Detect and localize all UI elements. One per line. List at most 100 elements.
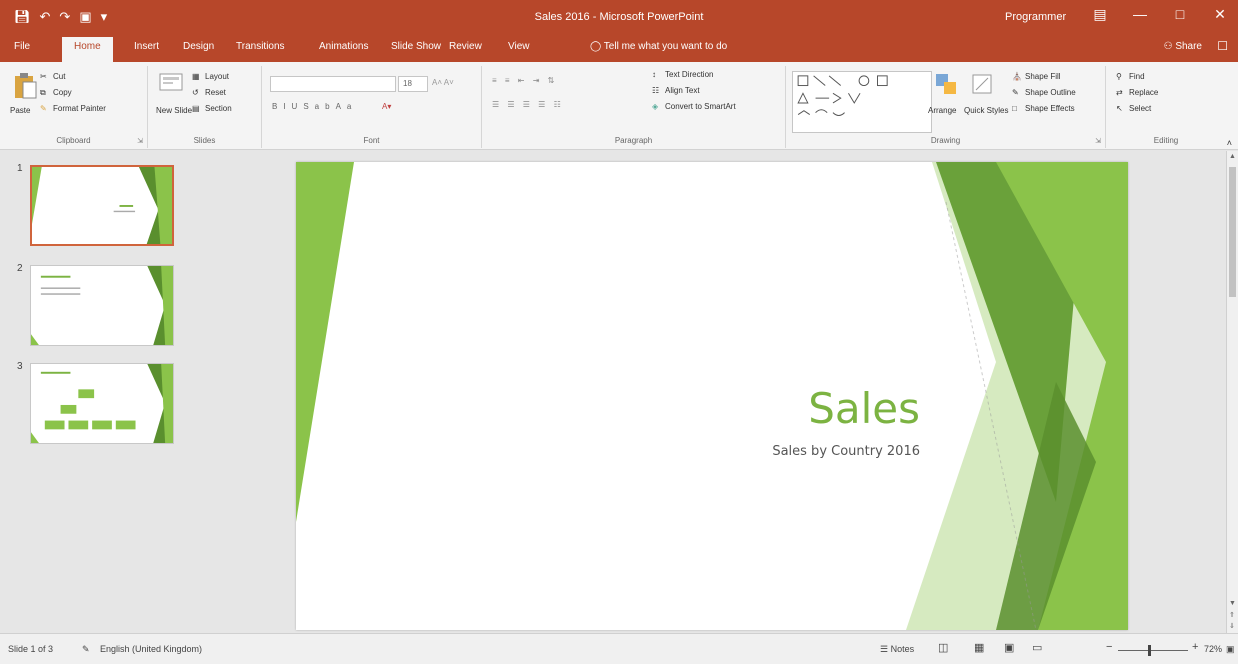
- editing-label: Editing: [1153, 136, 1179, 145]
- grow-shrink-font-icons[interactable]: A˄ A˅: [432, 78, 454, 87]
- quick-styles-button[interactable]: Quick Styles: [964, 106, 1008, 115]
- ribbon-tabs: File Home Insert Design Transitions Anim…: [0, 34, 1238, 62]
- slide-3-preview: [31, 364, 173, 443]
- normal-view-icon[interactable]: ◫: [938, 641, 948, 654]
- clipboard-dialog-launcher-icon[interactable]: ⇲: [137, 137, 143, 145]
- slide-thumbnail-3[interactable]: [30, 363, 174, 444]
- align-buttons[interactable]: ☰ ☰ ☰ ☰ ☷: [492, 100, 564, 109]
- convert-smartart-button[interactable]: ◈ Convert to SmartArt: [652, 102, 736, 112]
- copy-button[interactable]: ⧉ Copy: [40, 88, 72, 98]
- shapes-icons: [797, 75, 888, 117]
- shape-outline-button[interactable]: ✎ Shape Outline: [1012, 88, 1076, 98]
- reading-view-icon[interactable]: ▣: [1004, 641, 1014, 654]
- vertical-scrollbar[interactable]: ▲ ▼ ⇑ ⇓: [1226, 151, 1238, 633]
- arrange-button[interactable]: Arrange: [928, 106, 956, 115]
- search-icon: ⚲: [1116, 72, 1122, 81]
- clipboard-label: Clipboard: [56, 136, 91, 145]
- new-slide-button[interactable]: New Slide: [156, 106, 192, 115]
- select-button[interactable]: ↖ Select: [1116, 104, 1151, 114]
- maximize-icon[interactable]: □: [1172, 6, 1188, 23]
- slide-thumbnails-pane: 1 2 3: [0, 151, 188, 633]
- clipboard-group: Paste ✂ Cut ⧉ Copy ✎ Format Painter Clipboa…: [0, 66, 148, 148]
- zoom-out-icon[interactable]: −: [1106, 641, 1112, 653]
- tell-me-search[interactable]: ◯ Tell me what you want to do: [590, 41, 727, 52]
- previous-slide-icon[interactable]: ⇑: [1229, 611, 1235, 619]
- slide-thumbnail-2[interactable]: [30, 265, 174, 346]
- minimize-icon[interactable]: —: [1132, 6, 1148, 23]
- quick-styles-icon[interactable]: [970, 72, 996, 100]
- scroll-thumb[interactable]: [1229, 167, 1236, 297]
- tab-design[interactable]: Design: [183, 41, 214, 52]
- reset-icon: ↺: [192, 88, 199, 97]
- editing-group: ⚲ Find ⇄ Replace ↖ Select Editing: [1106, 66, 1226, 148]
- tab-insert[interactable]: Insert: [134, 41, 159, 52]
- shape-fill-button[interactable]: ⛪ Shape Fill: [1012, 72, 1061, 82]
- thumbnail-number: 1: [17, 163, 23, 174]
- user-name[interactable]: Programmer: [1005, 11, 1066, 23]
- scroll-down-icon[interactable]: ▼: [1229, 600, 1236, 607]
- fit-to-window-icon[interactable]: ▣: [1226, 644, 1235, 655]
- list-buttons[interactable]: ≡ ≡ ⇤ ⇥ ⇅: [492, 76, 557, 85]
- notes-button[interactable]: ☰ Notes: [880, 644, 914, 655]
- spell-check-icon[interactable]: ✎: [82, 644, 90, 655]
- share-icon: ⚇: [1163, 41, 1176, 52]
- ribbon-display-options-icon[interactable]: ▤: [1092, 6, 1108, 23]
- reset-button[interactable]: ↺ Reset: [192, 88, 226, 98]
- tab-view[interactable]: View: [508, 41, 530, 52]
- font-format-buttons[interactable]: BIUSabAa: [272, 102, 357, 111]
- collapse-ribbon-icon[interactable]: ˄: [1227, 138, 1232, 148]
- tab-review[interactable]: Review: [449, 41, 482, 52]
- tab-animations[interactable]: Animations: [319, 41, 368, 52]
- slideshow-view-icon[interactable]: ▭: [1032, 641, 1042, 654]
- scroll-up-icon[interactable]: ▲: [1229, 153, 1236, 160]
- zoom-level[interactable]: 72%: [1204, 644, 1222, 654]
- powerpoint-window: 💾︎ ↶ ↷ ▣ ▾ Sales 2016 - Microsoft PowerP…: [0, 0, 1238, 664]
- slide-background-graphic: [296, 162, 1128, 630]
- text-direction-button[interactable]: ↕ Text Direction: [652, 70, 713, 80]
- font-color-icon[interactable]: A▾: [382, 102, 391, 111]
- section-button[interactable]: ▤ Section: [192, 104, 232, 114]
- thumbnail-number: 2: [17, 263, 23, 274]
- comments-icon[interactable]: ☐: [1217, 39, 1228, 53]
- share-button[interactable]: ⚇ Share: [1164, 41, 1202, 52]
- slide-subtitle[interactable]: Sales by Country 2016: [772, 444, 920, 459]
- tab-transitions[interactable]: Transitions: [236, 41, 285, 52]
- tab-slide-show[interactable]: Slide Show: [391, 41, 441, 52]
- cut-button[interactable]: ✂ Cut: [40, 72, 65, 82]
- zoom-slider[interactable]: [1118, 650, 1188, 651]
- slide-thumbnail-1[interactable]: [30, 165, 174, 246]
- text-direction-icon: ↕: [652, 70, 656, 79]
- replace-button[interactable]: ⇄ Replace: [1116, 88, 1158, 98]
- effects-icon: □: [1012, 104, 1017, 113]
- language-indicator[interactable]: English (United Kingdom): [100, 644, 202, 654]
- arrange-icon[interactable]: [934, 72, 960, 100]
- drawing-dialog-launcher-icon[interactable]: ⇲: [1095, 137, 1101, 145]
- shape-effects-button[interactable]: □ Shape Effects: [1012, 104, 1075, 114]
- drawing-label: Drawing: [930, 136, 961, 145]
- layout-button[interactable]: ▦ Layout: [192, 72, 229, 82]
- replace-icon: ⇄: [1116, 88, 1123, 97]
- slide-title[interactable]: Sales: [808, 384, 920, 433]
- zoom-slider-knob[interactable]: [1148, 645, 1151, 656]
- next-slide-icon[interactable]: ⇓: [1229, 622, 1235, 630]
- font-name-box[interactable]: [270, 76, 396, 92]
- font-label: Font: [363, 136, 380, 145]
- paste-icon[interactable]: [12, 72, 38, 100]
- format-painter-button[interactable]: ✎ Format Painter: [40, 104, 106, 114]
- pen-icon: ✎: [1012, 88, 1019, 97]
- tab-home[interactable]: Home: [62, 37, 113, 62]
- close-icon[interactable]: ✕: [1212, 6, 1228, 23]
- find-button[interactable]: ⚲ Find: [1116, 72, 1145, 82]
- tab-file[interactable]: File: [14, 41, 30, 52]
- brush-icon: ✎: [40, 104, 47, 113]
- slide-sorter-view-icon[interactable]: ▦: [974, 641, 984, 654]
- layout-icon: ▦: [192, 72, 200, 81]
- font-size-box[interactable]: 18: [398, 76, 428, 92]
- new-slide-icon[interactable]: [158, 72, 184, 100]
- shapes-gallery[interactable]: [792, 71, 932, 133]
- paste-button[interactable]: Paste: [10, 106, 30, 115]
- current-slide[interactable]: Sales Sales by Country 2016: [296, 162, 1128, 630]
- zoom-in-icon[interactable]: +: [1192, 641, 1198, 653]
- align-text-button[interactable]: ☷ Align Text: [652, 86, 700, 96]
- slides-label: Slides: [193, 136, 216, 145]
